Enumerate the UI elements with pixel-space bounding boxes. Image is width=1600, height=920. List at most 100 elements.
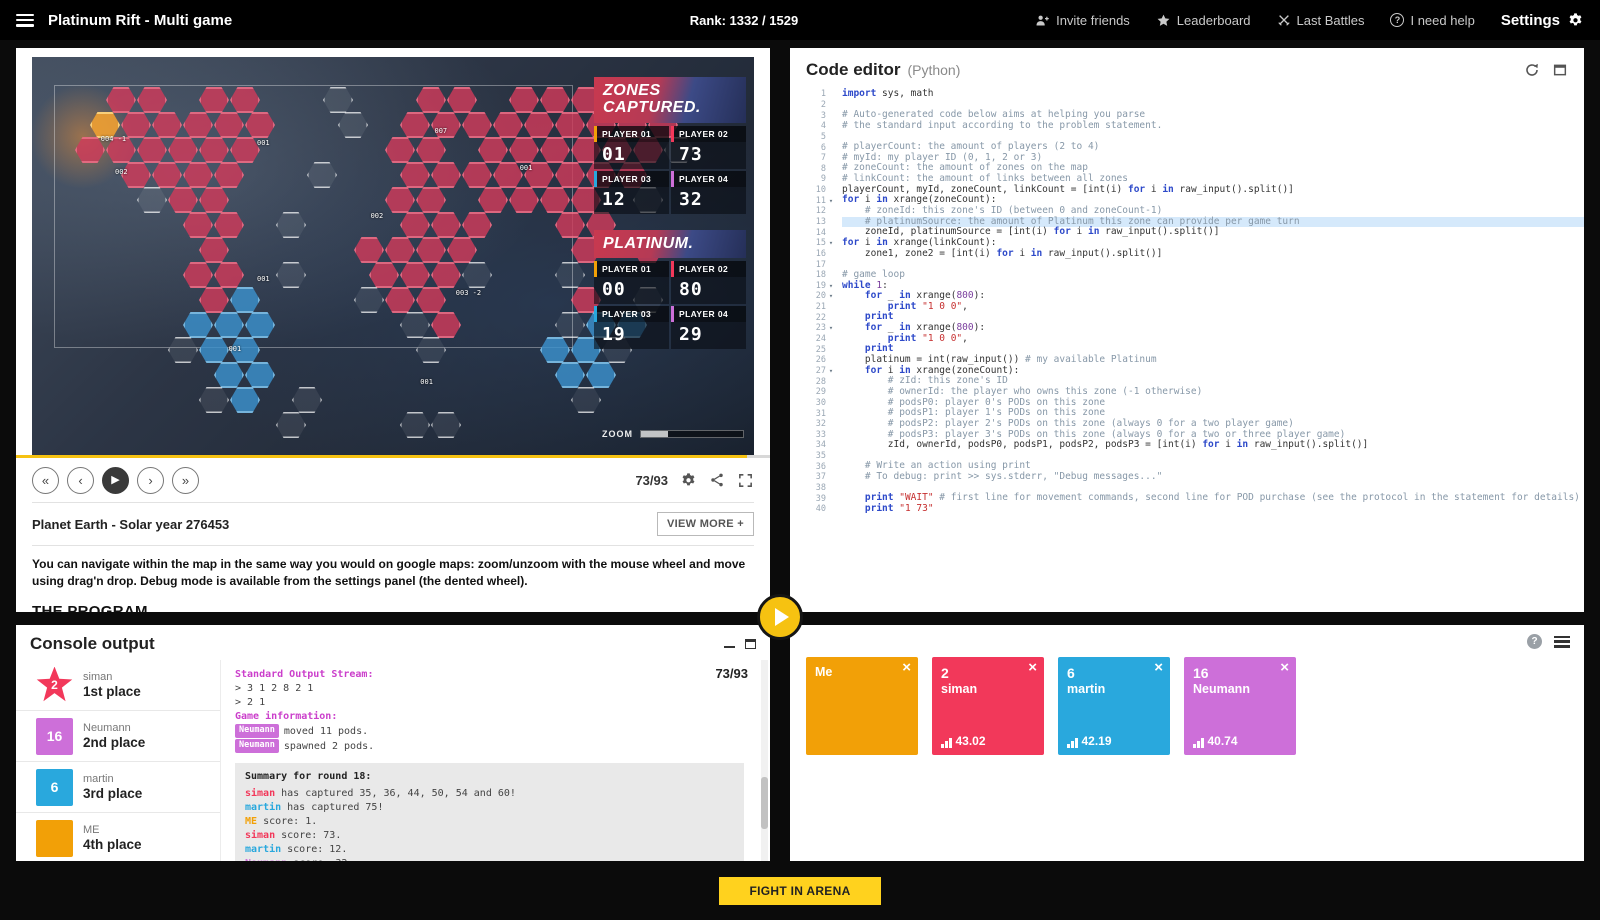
zoom-slider[interactable] [640, 430, 744, 438]
invite-friends-label: Invite friends [1056, 13, 1130, 28]
hex-label: 001 [257, 139, 270, 147]
remove-agent-button[interactable]: × [1280, 659, 1289, 676]
code-line[interactable]: # game loop [842, 270, 1584, 281]
code-line[interactable]: import sys, math [842, 89, 1584, 100]
map-hex [230, 387, 260, 413]
hex-label: 003 -2 [456, 289, 481, 297]
agents-help-icon[interactable]: ? [1527, 634, 1542, 649]
rewind-button[interactable]: « [32, 467, 59, 494]
reset-code-button[interactable] [1524, 62, 1540, 78]
map-hex [431, 162, 461, 188]
step-back-button[interactable]: ‹ [67, 467, 94, 494]
invite-friends-link[interactable]: Invite friends [1035, 13, 1130, 28]
share-button[interactable] [709, 472, 725, 488]
section-heading: THE PROGRAM [32, 603, 754, 612]
line-number: 29 [790, 387, 836, 398]
agent-score: 42.19 [1067, 734, 1112, 748]
platinum-player-1: PLAYER 01 00 [594, 261, 669, 304]
map-hex [276, 212, 306, 238]
run-replay-button[interactable] [757, 594, 803, 640]
code-line[interactable]: zone1, zone2 = [int(i) for i in raw_inpu… [842, 249, 1584, 260]
map-hex [214, 362, 244, 388]
line-number: 19▾ [790, 281, 836, 292]
timeline-progress [16, 455, 747, 458]
map-hex [106, 137, 136, 163]
last-battles-link[interactable]: Last Battles [1277, 13, 1365, 28]
code-line[interactable]: for i in xrange(linkCount): [842, 238, 1584, 249]
line-number: 38 [790, 483, 836, 494]
stdout-line: > 2 1 [235, 696, 744, 710]
view-more-button[interactable]: VIEW MORE + [657, 512, 754, 536]
fight-in-arena-button[interactable]: FIGHT IN ARENA [719, 877, 880, 905]
map-hex [540, 87, 570, 113]
map-hex [462, 162, 492, 188]
standings-row[interactable]: 6 martin 3rd place [16, 762, 220, 813]
person-plus-icon [1035, 13, 1050, 28]
map-hex [230, 137, 260, 163]
summary-line: ME score: 1. [245, 815, 734, 829]
map-hex [292, 387, 322, 413]
zones-captured-panel: ZONES CAPTURED. PLAYER 01 01 PLAYER 02 7… [594, 77, 746, 214]
map-hex [385, 237, 415, 263]
code-line[interactable]: print "1 73" [842, 504, 1584, 515]
code-line[interactable]: print "WAIT" # first line for movement c… [842, 493, 1584, 504]
replay-controls: « ‹ ▶ › » 73/93 [32, 458, 754, 502]
line-number: 23▾ [790, 323, 836, 334]
standings-row[interactable]: ME 4th place [16, 813, 220, 861]
settings-button[interactable]: Settings [1501, 12, 1584, 29]
footer-bar: FIGHT IN ARENA [0, 861, 1600, 920]
line-number: 26 [790, 355, 836, 366]
last-battles-label: Last Battles [1297, 13, 1365, 28]
remove-agent-button[interactable]: × [902, 659, 911, 676]
maximize-icon[interactable] [745, 639, 756, 649]
agent-score: 43.02 [941, 734, 986, 748]
map-hex [462, 112, 492, 138]
map-hex [416, 137, 446, 163]
code-line[interactable]: # the standard input according to the pr… [842, 121, 1584, 132]
rank-label: Rank: 1332 / 1529 [690, 13, 798, 28]
chart-icon [1193, 738, 1204, 748]
stdout-line: > 3 1 2 8 2 1 [235, 682, 744, 696]
code-line[interactable] [842, 259, 1584, 270]
standings-row[interactable]: 16 Neumann 2nd place [16, 711, 220, 762]
remove-agent-button[interactable]: × [1154, 659, 1163, 676]
step-forward-button[interactable]: › [137, 467, 164, 494]
agents-menu-icon[interactable] [1554, 636, 1570, 648]
map-hex [199, 187, 229, 213]
leaderboard-link[interactable]: Leaderboard [1156, 13, 1251, 28]
scrollbar-thumb[interactable] [761, 777, 768, 829]
menu-icon[interactable] [16, 14, 34, 27]
line-number: 7 [790, 153, 836, 164]
map-hex [230, 87, 260, 113]
expand-editor-button[interactable] [1552, 62, 1568, 78]
fullscreen-button[interactable] [737, 472, 754, 489]
editor-header: Code editor (Python) [790, 58, 1584, 88]
gameinfo-lines: Neumannmoved 11 pods.Neumannspawned 2 po… [235, 724, 744, 754]
code-line[interactable]: zId, ownerId, podsP0, podsP1, podsP2, po… [842, 440, 1584, 451]
map-hex [168, 137, 198, 163]
map-hex [447, 87, 477, 113]
code-editor[interactable]: 1234567891011▾12131415▾16171819▾20▾21222… [790, 88, 1584, 515]
fast-forward-button[interactable]: » [172, 467, 199, 494]
help-link[interactable]: ? I need help [1390, 13, 1474, 28]
replay-timeline[interactable] [16, 455, 770, 458]
game-map[interactable]: 004 -1002001007001002001003 -2001001 ZON… [32, 57, 754, 455]
play-button[interactable]: ▶ [102, 467, 129, 494]
code-line[interactable]: # To debug: print >> sys.stderr, "Debug … [842, 472, 1584, 483]
viewer-settings-button[interactable] [680, 472, 697, 489]
code-line[interactable]: print "1 0 0", [842, 334, 1584, 345]
map-hex [385, 187, 415, 213]
code-line[interactable]: print "1 0 0", [842, 302, 1584, 313]
line-number: 5 [790, 132, 836, 143]
game-viewer-panel: 004 -1002001007001002001003 -2001001 ZON… [16, 48, 770, 612]
standings-row[interactable]: 2 siman 1st place [16, 660, 220, 711]
minimize-icon[interactable] [724, 640, 735, 648]
console-scrollbar[interactable] [761, 660, 768, 861]
map-hex [121, 162, 151, 188]
map-hex [307, 162, 337, 188]
player-name: siman [83, 671, 141, 683]
gameinfo-line: Neumannmoved 11 pods. [235, 724, 744, 739]
remove-agent-button[interactable]: × [1028, 659, 1037, 676]
map-hex [152, 162, 182, 188]
platinum-player-2: PLAYER 02 80 [671, 261, 746, 304]
